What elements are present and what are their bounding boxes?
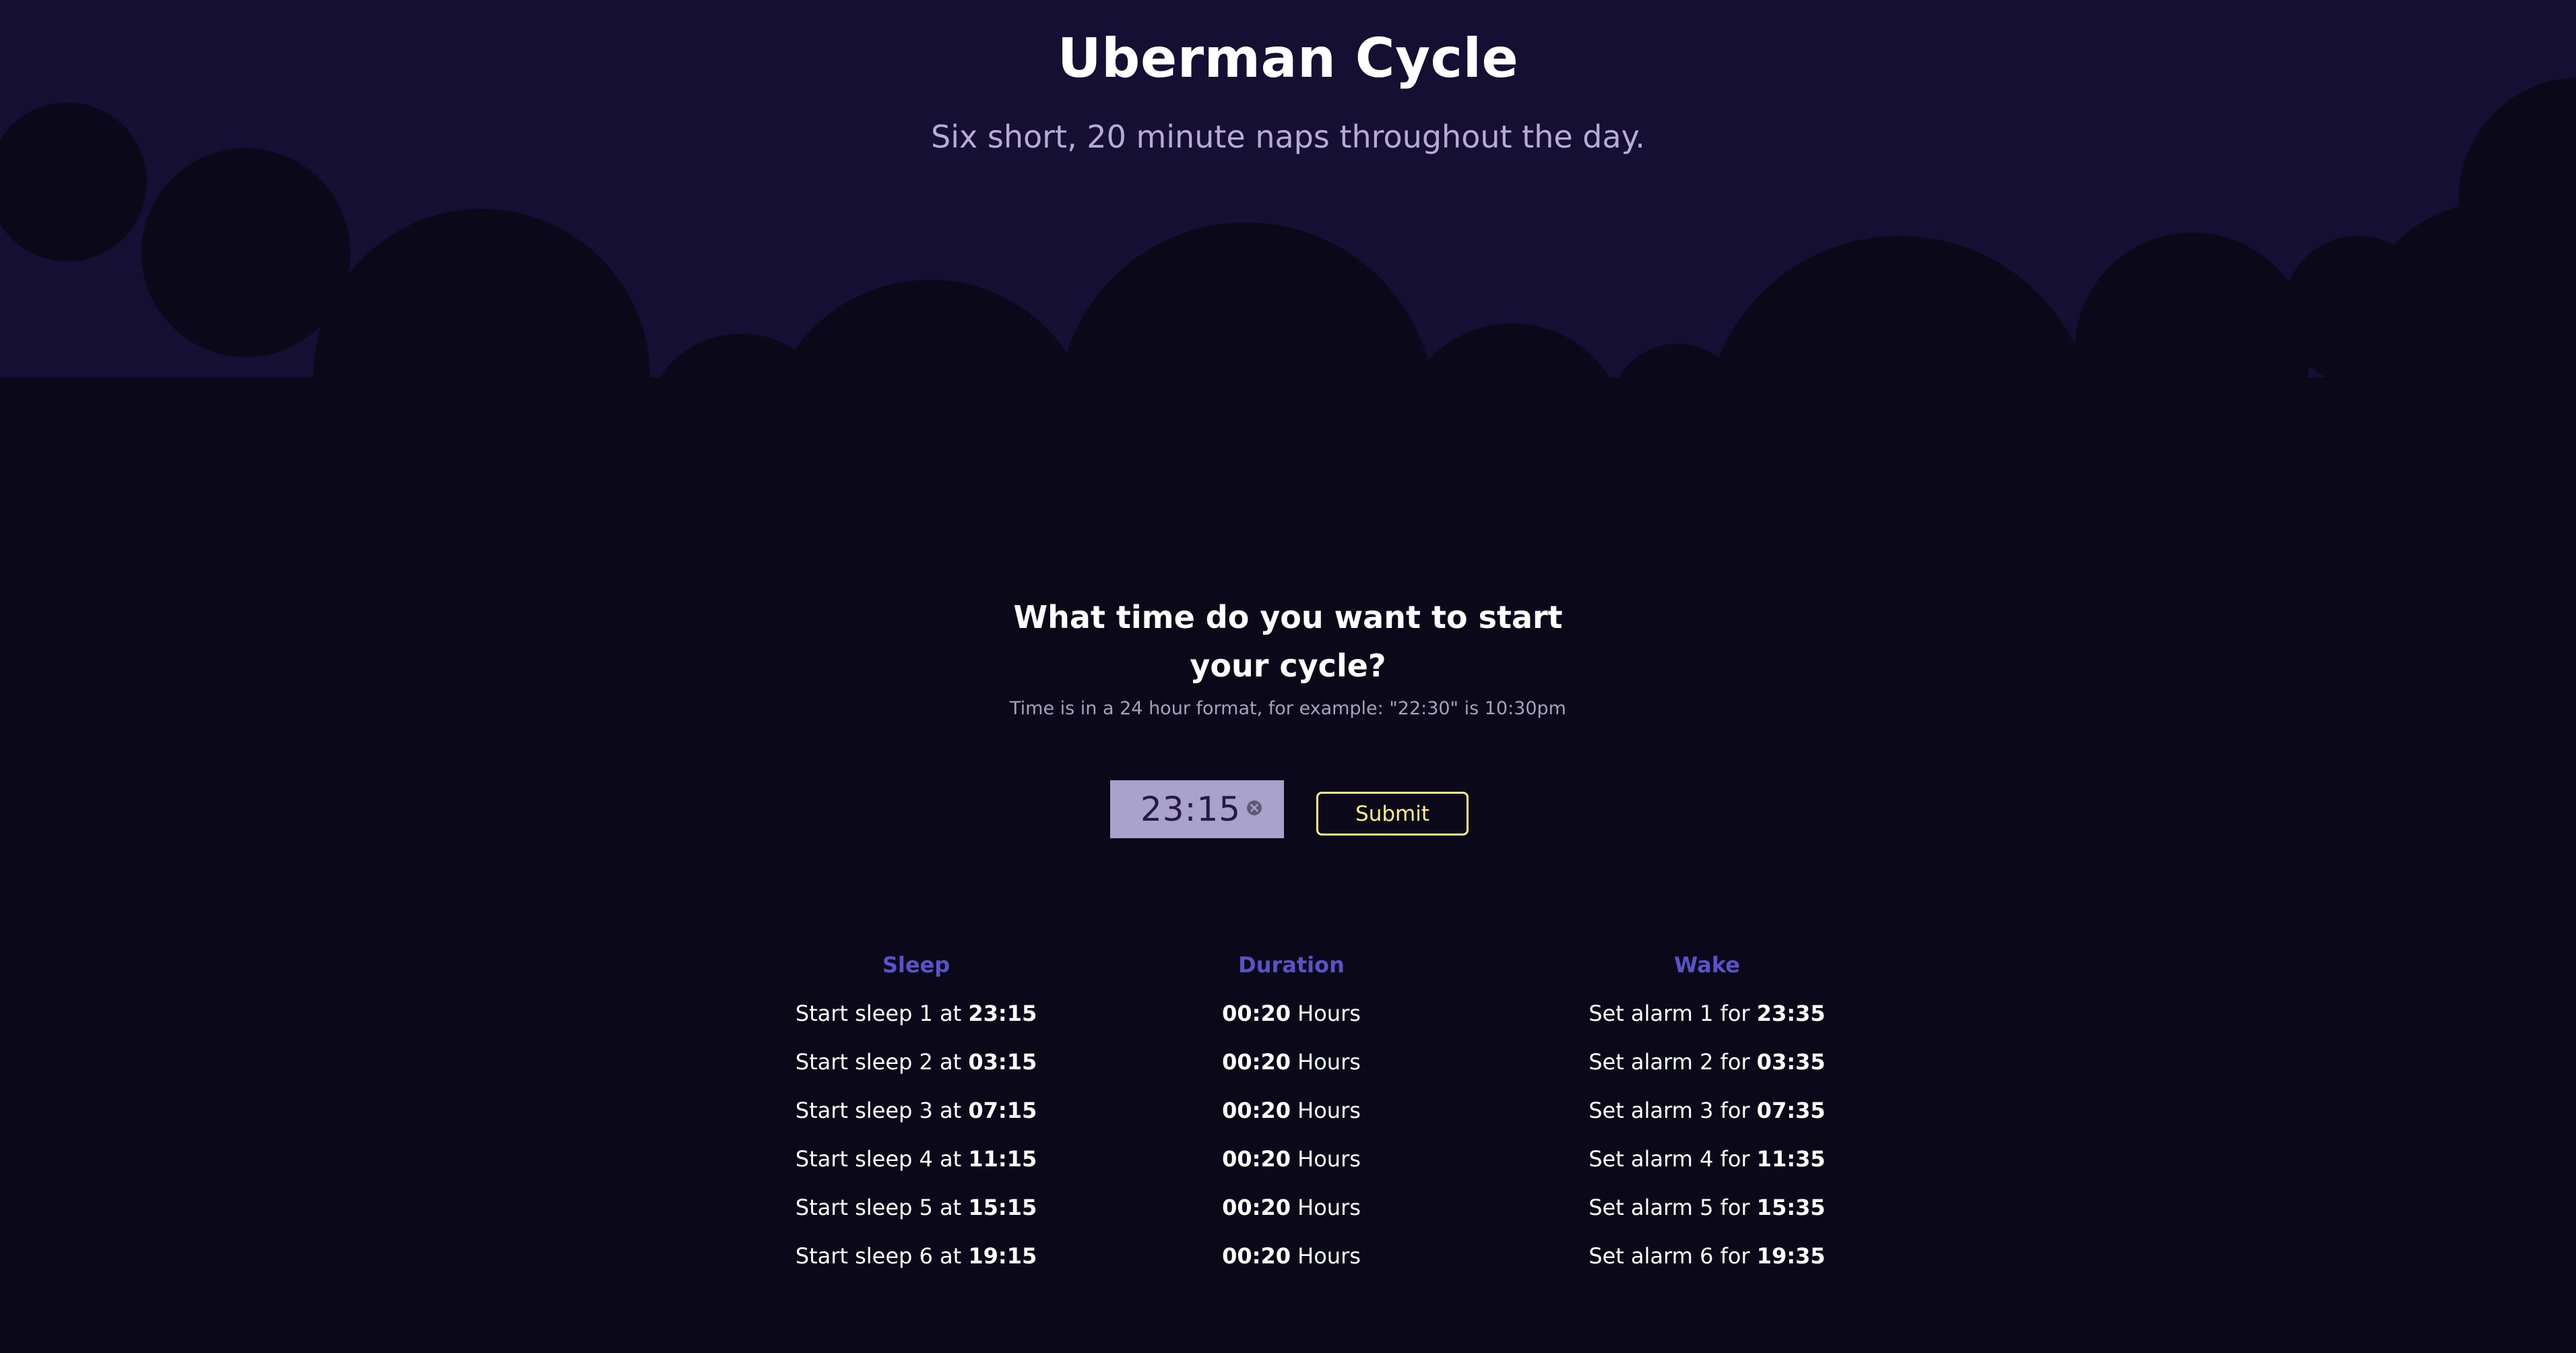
sleep-label: Start sleep 6 at bbox=[795, 1243, 962, 1269]
time-format-hint: Time is in a 24 hour format, for example… bbox=[1010, 698, 1566, 719]
sleep-row: Start sleep 3 at 07:15 bbox=[741, 1086, 1091, 1135]
sleep-column-header: Sleep bbox=[882, 952, 951, 978]
duration-value: 00:20 bbox=[1222, 1146, 1291, 1172]
sleep-row: Start sleep 4 at 11:15 bbox=[741, 1135, 1091, 1183]
duration-unit: Hours bbox=[1297, 1195, 1361, 1220]
sleep-time: 19:15 bbox=[968, 1243, 1037, 1269]
duration-column: Duration 00:20 Hours 00:20 Hours 00:20 H… bbox=[1116, 941, 1467, 1280]
sleep-row: Start sleep 2 at 03:15 bbox=[741, 1038, 1091, 1086]
wake-label: Set alarm 6 for bbox=[1588, 1243, 1750, 1269]
duration-row: 00:20 Hours bbox=[1116, 989, 1467, 1038]
sleep-label: Start sleep 5 at bbox=[795, 1195, 962, 1220]
sleep-time: 15:15 bbox=[968, 1195, 1037, 1220]
sleep-row: Start sleep 6 at 19:15 bbox=[741, 1232, 1091, 1280]
duration-unit: Hours bbox=[1297, 1049, 1361, 1075]
wake-time: 07:35 bbox=[1756, 1098, 1826, 1123]
clear-icon[interactable] bbox=[1246, 800, 1262, 816]
duration-value: 00:20 bbox=[1222, 1243, 1291, 1269]
duration-unit: Hours bbox=[1297, 1001, 1361, 1026]
wake-time: 23:35 bbox=[1756, 1001, 1826, 1026]
wake-column: Wake Set alarm 1 for 23:35 Set alarm 2 f… bbox=[1532, 941, 1882, 1280]
sleep-label: Start sleep 1 at bbox=[795, 1001, 962, 1026]
wake-row: Set alarm 1 for 23:35 bbox=[1532, 989, 1882, 1038]
wake-time: 15:35 bbox=[1756, 1195, 1826, 1220]
duration-row: 00:20 Hours bbox=[1116, 1232, 1467, 1280]
page-subtitle: Six short, 20 minute naps throughout the… bbox=[931, 119, 1645, 155]
duration-row: 00:20 Hours bbox=[1116, 1038, 1467, 1086]
sleep-column: Sleep Start sleep 1 at 23:15 Start sleep… bbox=[741, 941, 1091, 1280]
sleep-time: 03:15 bbox=[968, 1049, 1037, 1075]
sleep-label: Start sleep 2 at bbox=[795, 1049, 962, 1075]
duration-row: 00:20 Hours bbox=[1116, 1183, 1467, 1232]
duration-value: 00:20 bbox=[1222, 1098, 1291, 1123]
wake-row: Set alarm 6 for 19:35 bbox=[1532, 1232, 1882, 1280]
wake-label: Set alarm 5 for bbox=[1588, 1195, 1750, 1220]
start-time-input[interactable]: 23:15 bbox=[1110, 780, 1284, 838]
sleep-time: 23:15 bbox=[968, 1001, 1037, 1026]
page: Uberman Cycle Six short, 20 minute naps … bbox=[0, 0, 2576, 1353]
duration-column-header: Duration bbox=[1238, 952, 1345, 978]
sleep-row: Start sleep 5 at 15:15 bbox=[741, 1183, 1091, 1232]
sleep-label: Start sleep 3 at bbox=[795, 1098, 962, 1123]
wake-time: 03:35 bbox=[1756, 1049, 1826, 1075]
wake-row: Set alarm 2 for 03:35 bbox=[1532, 1038, 1882, 1086]
sleep-label: Start sleep 4 at bbox=[795, 1146, 962, 1172]
wake-column-header: Wake bbox=[1674, 952, 1740, 978]
duration-row: 00:20 Hours bbox=[1116, 1086, 1467, 1135]
duration-value: 00:20 bbox=[1222, 1049, 1291, 1075]
duration-value: 00:20 bbox=[1222, 1195, 1291, 1220]
start-time-value: 23:15 bbox=[1140, 790, 1242, 829]
submit-button[interactable]: Submit bbox=[1316, 792, 1469, 836]
duration-unit: Hours bbox=[1297, 1243, 1361, 1269]
page-title: Uberman Cycle bbox=[1057, 27, 1519, 90]
duration-row: 00:20 Hours bbox=[1116, 1135, 1467, 1183]
duration-unit: Hours bbox=[1297, 1146, 1361, 1172]
start-time-question: What time do you want to start your cycl… bbox=[1013, 599, 1563, 684]
sleep-row: Start sleep 1 at 23:15 bbox=[741, 989, 1091, 1038]
wake-label: Set alarm 3 for bbox=[1588, 1098, 1750, 1123]
sleep-time: 07:15 bbox=[968, 1098, 1037, 1123]
wake-label: Set alarm 1 for bbox=[1588, 1001, 1750, 1026]
duration-value: 00:20 bbox=[1222, 1001, 1291, 1026]
duration-unit: Hours bbox=[1297, 1098, 1361, 1123]
wake-row: Set alarm 4 for 11:35 bbox=[1532, 1135, 1882, 1183]
wake-label: Set alarm 2 for bbox=[1588, 1049, 1750, 1075]
wake-time: 19:35 bbox=[1756, 1243, 1826, 1269]
wake-row: Set alarm 3 for 07:35 bbox=[1532, 1086, 1882, 1135]
wake-row: Set alarm 5 for 15:35 bbox=[1532, 1183, 1882, 1232]
wake-label: Set alarm 4 for bbox=[1588, 1146, 1750, 1172]
wake-time: 11:35 bbox=[1756, 1146, 1826, 1172]
sleep-time: 11:15 bbox=[968, 1146, 1037, 1172]
